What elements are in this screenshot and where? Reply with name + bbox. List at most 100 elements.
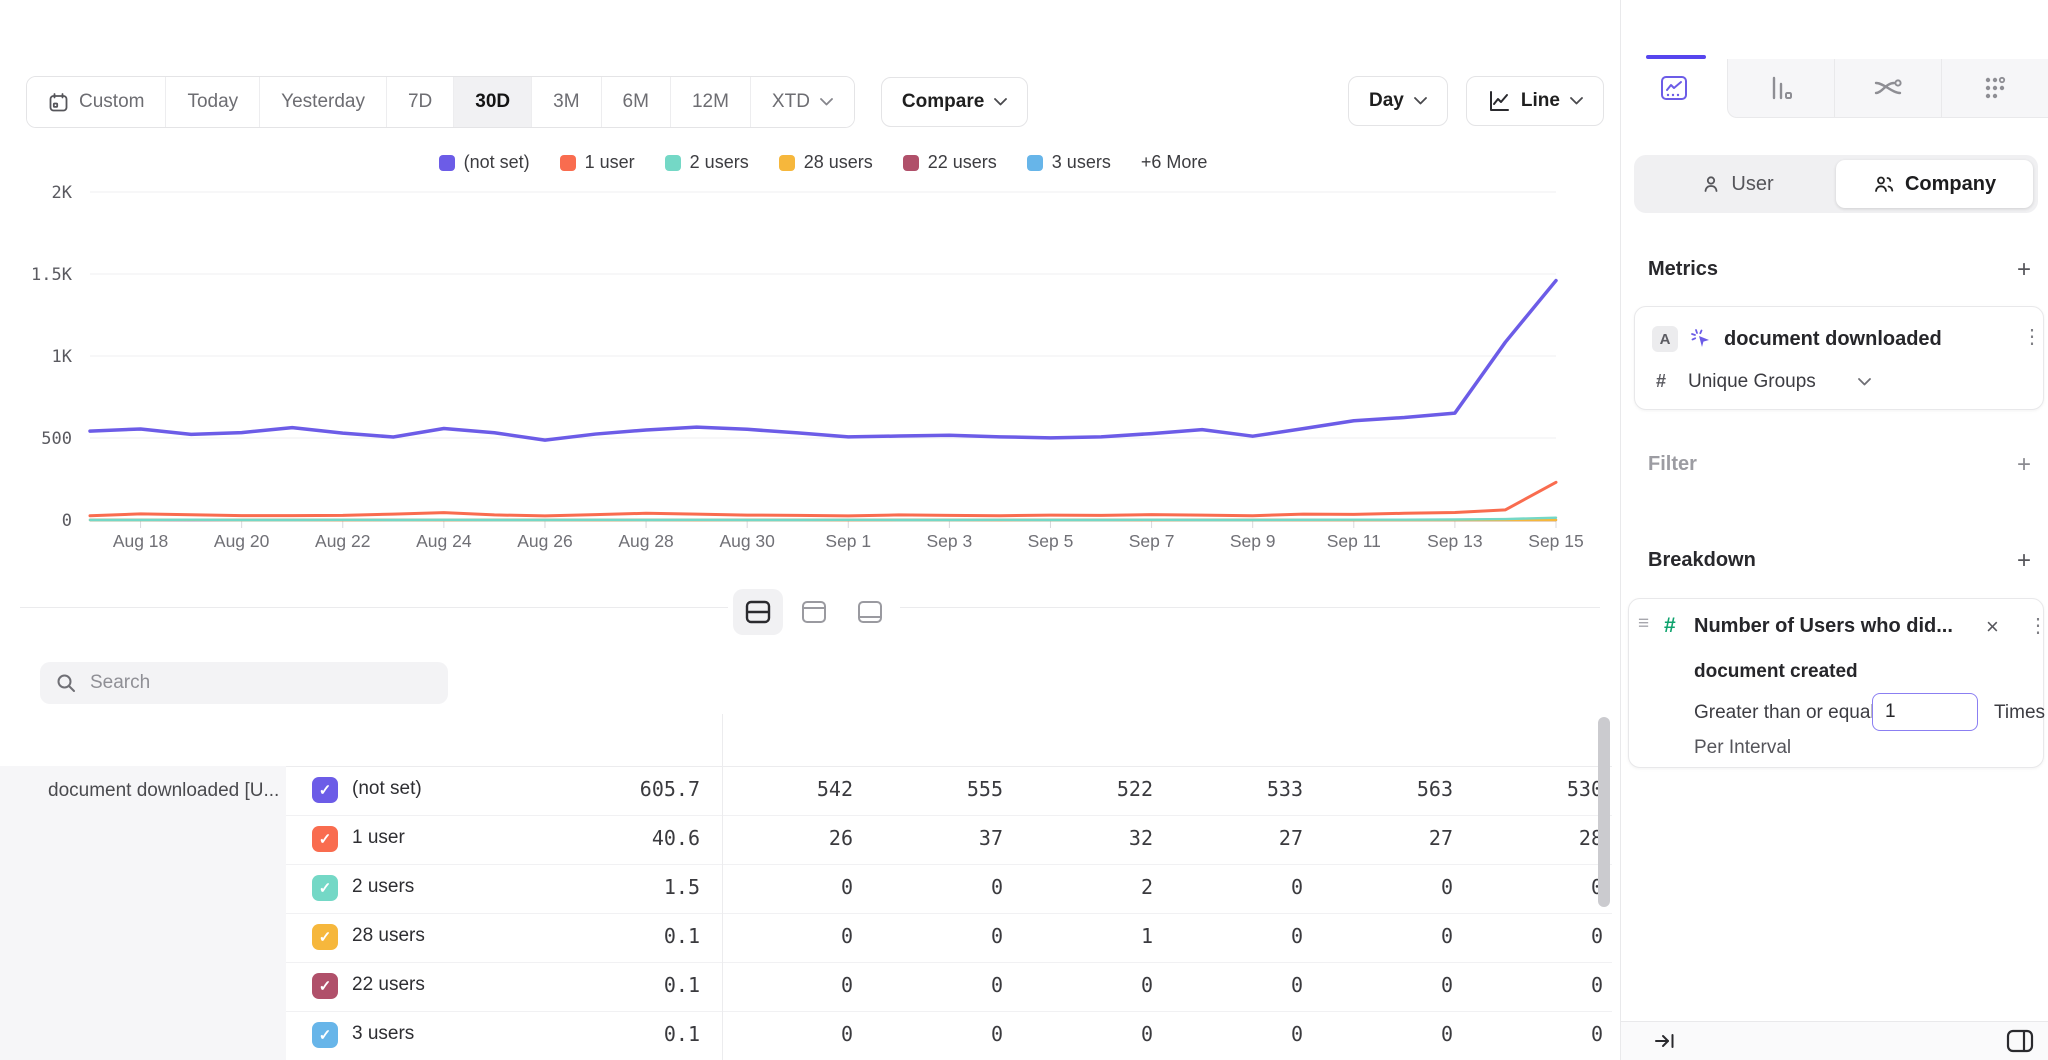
hash-icon: # <box>1664 614 1676 638</box>
kebab-menu-icon[interactable]: ⋮ <box>2022 327 2042 347</box>
cell-value: 0 <box>1205 1022 1355 1046</box>
x-axis-tick: Sep 3 <box>927 531 973 551</box>
vertical-scrollbar[interactable] <box>1598 717 1610 907</box>
date-range-12m[interactable]: 12M <box>670 77 750 127</box>
date-range-custom[interactable]: Custom <box>27 77 165 127</box>
line-chart-icon <box>1487 89 1511 113</box>
company-icon <box>1873 174 1895 194</box>
chart-type-label: Line <box>1521 90 1560 112</box>
date-range-label: 3M <box>553 91 579 113</box>
flow-chart-icon <box>1872 74 1904 102</box>
series-checkbox[interactable]: ✓ <box>312 973 338 999</box>
drag-handle-icon[interactable]: ≡ <box>1638 613 1649 635</box>
cell-value: 0 <box>755 1022 905 1046</box>
cell-value: 37 <box>905 826 1055 850</box>
average-value: 40.6 <box>540 826 700 850</box>
x-axis-tick: Sep 7 <box>1129 531 1175 551</box>
compare-button[interactable]: Compare <box>881 77 1028 127</box>
divider <box>722 714 723 1060</box>
kebab-menu-icon[interactable]: ⋮ <box>2028 616 2048 636</box>
series-checkbox[interactable]: ✓ <box>312 875 338 901</box>
scope-option-user[interactable]: User <box>1639 160 1836 208</box>
cell-value: 0 <box>1355 973 1505 997</box>
layout-split-button[interactable] <box>733 589 783 635</box>
x-axis-tick: Aug 26 <box>517 531 572 551</box>
chevron-down-icon <box>1858 378 1871 386</box>
metric-badge: A <box>1652 326 1678 352</box>
series-label: 2 users <box>352 876 414 898</box>
cell-value: 563 <box>1355 777 1505 801</box>
add-metric-button[interactable]: + <box>2012 256 2036 284</box>
date-range-label: Today <box>187 91 238 113</box>
date-range-control: Custom Today Yesterday 7D 30D 3M 6M12MXTD <box>26 76 855 128</box>
cell-value: 555 <box>905 777 1055 801</box>
layout-chart-only-button[interactable] <box>789 589 839 635</box>
x-axis-tick: Sep 13 <box>1427 531 1482 551</box>
interval-dropdown[interactable]: Day <box>1348 76 1448 126</box>
metrics-heading: Metrics <box>1648 258 1718 281</box>
chart-type-dropdown[interactable]: Line <box>1466 76 1604 126</box>
y-axis-tick: 1K <box>52 347 73 367</box>
line-chart[interactable]: 05001K1.5K2KAug 18Aug 20Aug 22Aug 24Aug … <box>0 130 1620 560</box>
chart-type-tabs <box>1621 59 2048 118</box>
date-range-today[interactable]: Today <box>165 77 259 127</box>
date-range-3m[interactable]: 3M <box>531 77 600 127</box>
breakdown-condition[interactable]: Greater than or equal to <box>1694 702 1896 724</box>
series-checkbox[interactable]: ✓ <box>312 826 338 852</box>
chart-type-tab-bar-chart[interactable] <box>1727 59 1834 118</box>
date-range-7d[interactable]: 7D <box>386 77 453 127</box>
query-panel-tabs: Query Chart <box>1621 0 2048 60</box>
date-range-30d[interactable]: 30D <box>453 77 531 127</box>
scope-option-label: Company <box>1905 173 1996 196</box>
grid-chart-icon <box>1980 74 2010 102</box>
x-axis-tick: Sep 11 <box>1327 531 1381 551</box>
bar-chart-icon <box>1766 74 1796 102</box>
cell-value: 522 <box>1055 777 1205 801</box>
date-range-label: Yesterday <box>281 91 365 113</box>
cell-value: 32 <box>1055 826 1205 850</box>
times-input[interactable] <box>1872 693 1978 731</box>
side-panel-toggle-icon[interactable] <box>2006 1028 2034 1054</box>
series-checkbox[interactable]: ✓ <box>312 777 338 803</box>
cell-value: 0 <box>755 973 905 997</box>
cell-value: 0 <box>755 924 905 948</box>
scope-option-company[interactable]: Company <box>1836 160 2033 208</box>
search-input[interactable] <box>88 671 432 695</box>
x-axis-tick: Aug 28 <box>618 531 673 551</box>
add-filter-button[interactable]: + <box>2012 451 2036 479</box>
average-value: 0.1 <box>540 924 700 948</box>
metric-card[interactable] <box>1634 306 2044 410</box>
series-checkbox[interactable]: ✓ <box>312 1022 338 1048</box>
cell-value: 1 <box>1055 924 1205 948</box>
date-range-6m[interactable]: 6M <box>601 77 670 127</box>
layout-table-only-button[interactable] <box>845 589 895 635</box>
date-range-label: 30D <box>475 91 510 113</box>
event-list-item[interactable]: document downloaded [U... <box>0 766 286 802</box>
cell-value: 0 <box>1205 924 1355 948</box>
close-icon[interactable]: × <box>1986 614 1999 640</box>
series-label: 3 users <box>352 1023 414 1045</box>
chevron-down-icon <box>820 98 833 106</box>
x-axis-tick: Aug 18 <box>113 531 168 551</box>
scope-toggle: User Company <box>1634 155 2038 213</box>
average-value: 1.5 <box>540 875 700 899</box>
metric-aggregation[interactable]: Unique Groups <box>1688 371 1816 393</box>
chevron-down-icon <box>994 98 1007 106</box>
series-checkbox[interactable]: ✓ <box>312 924 338 950</box>
date-range-yesterday[interactable]: Yesterday <box>259 77 386 127</box>
breakdown-event[interactable]: document created <box>1694 661 1858 683</box>
cell-value: 0 <box>1055 1022 1205 1046</box>
date-range-label: 7D <box>408 91 432 113</box>
chart-type-tab-grid-chart[interactable] <box>1941 59 2048 118</box>
cell-value: 0 <box>1205 973 1355 997</box>
add-breakdown-button[interactable]: + <box>2012 547 2036 575</box>
table-header: Event 1 − Number of Use... 24 Average Au… <box>0 714 1612 767</box>
chart-display-controls: Day Line <box>1348 76 1604 126</box>
chart-type-tab-flow-chart[interactable] <box>1834 59 1941 118</box>
chart-type-tab-line-chart[interactable] <box>1621 59 1727 118</box>
y-axis-tick: 1.5K <box>31 265 73 285</box>
cell-value: 0 <box>905 924 1055 948</box>
user-icon <box>1701 174 1721 194</box>
collapse-panel-icon[interactable] <box>1653 1030 1677 1052</box>
date-range-xtd[interactable]: XTD <box>750 77 854 127</box>
